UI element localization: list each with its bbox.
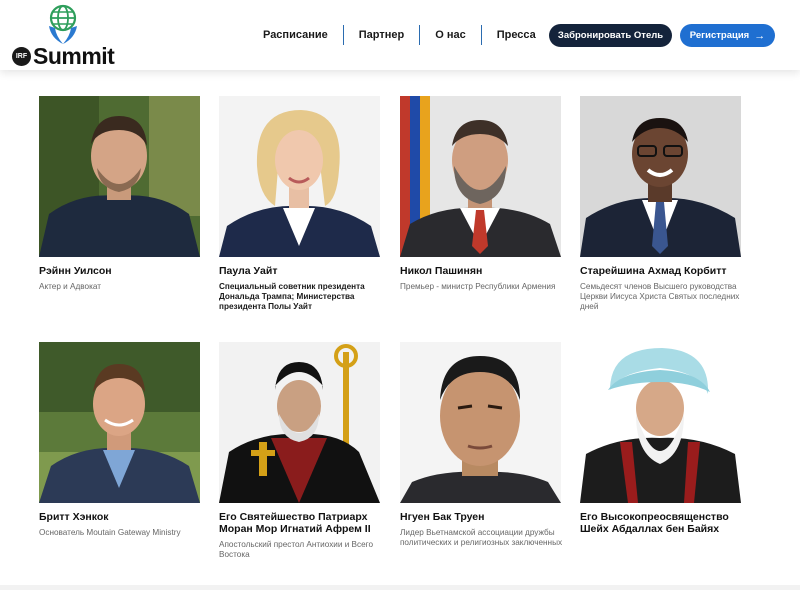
speaker-card[interactable]: Бритт Хэнкок Основатель Moutain Gateway … [39, 342, 204, 538]
speaker-role: Основатель Moutain Gateway Ministry [39, 528, 181, 537]
nav-press[interactable]: Пресса [482, 24, 551, 46]
speaker-card[interactable]: Нгуен Бак Труен Лидер Вьетнамской ассоци… [400, 342, 565, 548]
speaker-card[interactable]: Его Высокопреосвященство Шейх Абдаллах б… [580, 342, 745, 540]
speaker-name: Паула Уайт [219, 265, 278, 277]
speaker-card[interactable]: Никол Пашинян Премьер - министр Республи… [400, 96, 565, 292]
speaker-role: Специальный советник президента Дональда… [219, 282, 365, 311]
speaker-name: Бритт Хэнкок [39, 511, 109, 523]
speaker-card[interactable]: Его Святейшество Патриарх Моран Мор Игна… [219, 342, 384, 560]
speaker-role: Премьер - министр Республики Армения [400, 282, 556, 291]
main-nav: Расписание Партнер О нас Пресса [248, 24, 551, 46]
speaker-role: Апостольский престол Антиохии и Всего Во… [219, 540, 374, 559]
speaker-photo [219, 342, 380, 503]
speaker-photo [580, 96, 741, 257]
speaker-name: Нгуен Бак Труен [400, 511, 485, 523]
nav-schedule[interactable]: Расписание [248, 24, 343, 46]
speaker-photo [39, 96, 200, 257]
register-button[interactable]: Регистрация → [680, 24, 775, 47]
arrow-right-icon: → [754, 29, 766, 42]
speaker-name: Его Святейшество Патриарх Моран Мор Игна… [219, 511, 371, 535]
speaker-card[interactable]: Паула Уайт Специальный советник президен… [219, 96, 384, 312]
logo-wordmark: Summit [33, 43, 115, 69]
speaker-role: Актер и Адвокат [39, 282, 101, 291]
speaker-photo [400, 96, 561, 257]
speaker-role: Семьдесят членов Высшего руководства Цер… [580, 282, 740, 311]
nav-about[interactable]: О нас [420, 24, 481, 46]
globe-hands-icon [49, 4, 77, 44]
speaker-photo [219, 96, 380, 257]
speaker-photo [39, 342, 200, 503]
speaker-name: Его Высокопреосвященство Шейх Абдаллах б… [580, 511, 729, 535]
speaker-card[interactable]: Рэйнн Уилсон Актер и Адвокат [39, 96, 204, 292]
speaker-photo [400, 342, 561, 503]
book-hotel-button[interactable]: Забронировать Отель [549, 24, 672, 47]
speaker-name: Никол Пашинян [400, 265, 483, 277]
speaker-name: Старейшина Ахмад Корбитт [580, 265, 727, 277]
nav-partner[interactable]: Партнер [344, 24, 419, 46]
logo-badge: IRF [12, 46, 31, 66]
section-divider [0, 585, 800, 590]
register-label: Регистрация [689, 30, 750, 41]
site-header: IRF Summit Расписание Партнер О нас Прес… [0, 0, 800, 70]
speaker-photo [580, 342, 741, 503]
speaker-name: Рэйнн Уилсон [39, 265, 112, 277]
speaker-card[interactable]: Старейшина Ахмад Корбитт Семьдесят члено… [580, 96, 745, 312]
irf-summit-logo[interactable]: IRF Summit [12, 4, 122, 68]
speaker-role: Лидер Вьетнамской ассоциации дружбы поли… [400, 528, 563, 547]
